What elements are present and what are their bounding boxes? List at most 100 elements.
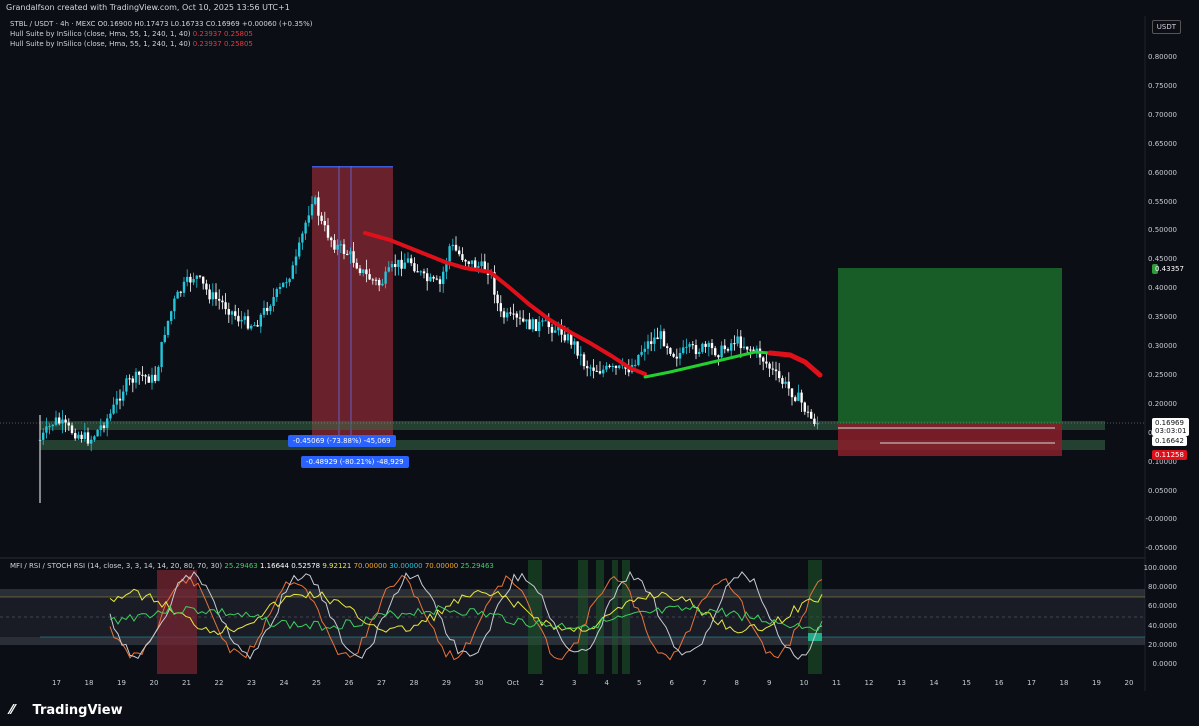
time-tick: 3 <box>572 679 577 687</box>
candle-body <box>675 356 678 359</box>
candle-body <box>330 237 333 241</box>
price-tick: 0.80000 <box>1148 53 1177 61</box>
chart-screenshot: Grandalfson created with TradingView.com… <box>0 0 1199 726</box>
candle-body <box>432 276 435 279</box>
candle-body <box>218 298 221 301</box>
indicator-name[interactable]: MFI / RSI / STOCH RSI (14, close, 3, 3, … <box>10 562 222 570</box>
price-tick: 0.05000 <box>1148 486 1177 495</box>
candle-body <box>688 344 691 347</box>
candle-body <box>352 251 355 263</box>
tradingview-logo[interactable]: ⁄⁄ TradingView <box>10 703 123 718</box>
candle-body <box>109 413 112 419</box>
price-chart[interactable] <box>0 0 1199 726</box>
candle-body <box>387 267 390 272</box>
candle-body <box>166 320 170 335</box>
candle-body <box>147 376 150 383</box>
candle-body <box>96 429 99 437</box>
measure-label-2[interactable]: -0.48929 (-80.21%) -48,929 <box>301 456 409 468</box>
indicator-tick: 80.0000 <box>1148 583 1177 592</box>
price-tick: 0.45000 <box>1148 255 1177 264</box>
candle-body <box>733 343 736 345</box>
candle-body <box>429 276 432 282</box>
candle-body <box>749 349 752 351</box>
indicator-tick: 40.0000 <box>1148 621 1177 630</box>
candle-body <box>653 337 656 344</box>
time-tick: 16 <box>994 679 1004 687</box>
candle-body <box>413 263 416 272</box>
candle-body <box>816 423 819 425</box>
candle-body <box>346 253 349 255</box>
candle-body <box>765 361 768 364</box>
candle-body <box>358 268 362 273</box>
time-tick: 29 <box>442 679 451 687</box>
candle-body <box>685 346 688 348</box>
candle-body <box>643 348 646 352</box>
candle-body <box>179 291 182 293</box>
candle-body <box>74 433 77 439</box>
candle-body <box>595 370 598 372</box>
price-tick: 0.50000 <box>1148 226 1177 235</box>
price-tick: 0.55000 <box>1148 197 1177 206</box>
hull-legend-name[interactable]: Hull Suite by InSilico (close, Hma, 55, … <box>10 40 191 48</box>
candlesticks <box>38 191 819 503</box>
candle-body <box>605 365 608 370</box>
time-tick: 14 <box>929 679 939 687</box>
symbol-legend[interactable]: STBL / USDT · 4h · MEXC O0.16900 H0.1747… <box>10 20 313 28</box>
candle-body <box>240 319 243 322</box>
hull-line <box>643 350 772 379</box>
candle-body <box>579 354 582 356</box>
candle-body <box>576 341 579 356</box>
hull-legend-value: 0.25805 <box>223 40 253 48</box>
candle-body <box>371 279 374 281</box>
hull-legend-2[interactable]: Hull Suite by InSilico (close, Hma, 55, … <box>10 40 253 48</box>
candle-body <box>355 262 358 269</box>
indicator-tick: 100.0000 <box>1143 564 1177 572</box>
indicator-legend[interactable]: MFI / RSI / STOCH RSI (14, close, 3, 3, … <box>10 562 494 570</box>
candle-body <box>128 378 131 380</box>
candle-body <box>422 271 426 274</box>
candle-body <box>54 417 58 425</box>
candle-body <box>454 244 458 251</box>
measure-label-1[interactable]: -0.45069 (-73.88%) -45,069 <box>288 435 396 447</box>
candle-body <box>672 353 675 357</box>
candle-body <box>163 334 166 342</box>
candle-body <box>410 258 413 264</box>
ohlc-high: H0.17473 <box>134 20 169 28</box>
candle-body <box>202 276 205 284</box>
candle-body <box>698 351 701 355</box>
candle-body <box>90 439 93 444</box>
candle-body <box>614 366 618 368</box>
candle-body <box>694 345 698 355</box>
candle-body <box>467 261 470 264</box>
candle-body <box>573 341 576 345</box>
candle-body <box>541 320 544 322</box>
candle-body <box>669 348 672 354</box>
ohlc-change: +0.00060 (+0.35%) <box>241 20 313 28</box>
current-price-badge: 0.16969 03:03:01 <box>1152 418 1190 436</box>
candle-body <box>736 336 739 344</box>
candle-body <box>659 331 662 340</box>
candle-body <box>522 318 525 322</box>
candle-body <box>666 346 669 349</box>
hull-legend-1[interactable]: Hull Suite by InSilico (close, Hma, 55, … <box>10 30 253 38</box>
candle-body <box>256 325 259 327</box>
candle-body <box>170 311 173 321</box>
candle-body <box>701 343 704 352</box>
candle-body <box>531 319 534 330</box>
candle-body <box>294 256 298 266</box>
candle-body <box>515 313 518 318</box>
candle-body <box>554 330 557 333</box>
hull-legend-name[interactable]: Hull Suite by InSilico (close, Hma, 55, … <box>10 30 191 38</box>
symbol-info[interactable]: STBL / USDT · 4h · MEXC <box>10 20 95 28</box>
candle-body <box>406 258 410 263</box>
candle-body <box>61 419 64 424</box>
candle-body <box>771 368 774 370</box>
candle-body <box>186 276 189 282</box>
candle-body <box>602 369 605 374</box>
candle-body <box>326 225 330 238</box>
candle-body <box>198 275 202 277</box>
time-tick: 22 <box>214 679 224 687</box>
currency-button[interactable]: USDT <box>1151 20 1181 34</box>
candle-body <box>512 313 515 315</box>
price-tick: 0.30000 <box>1148 342 1177 350</box>
